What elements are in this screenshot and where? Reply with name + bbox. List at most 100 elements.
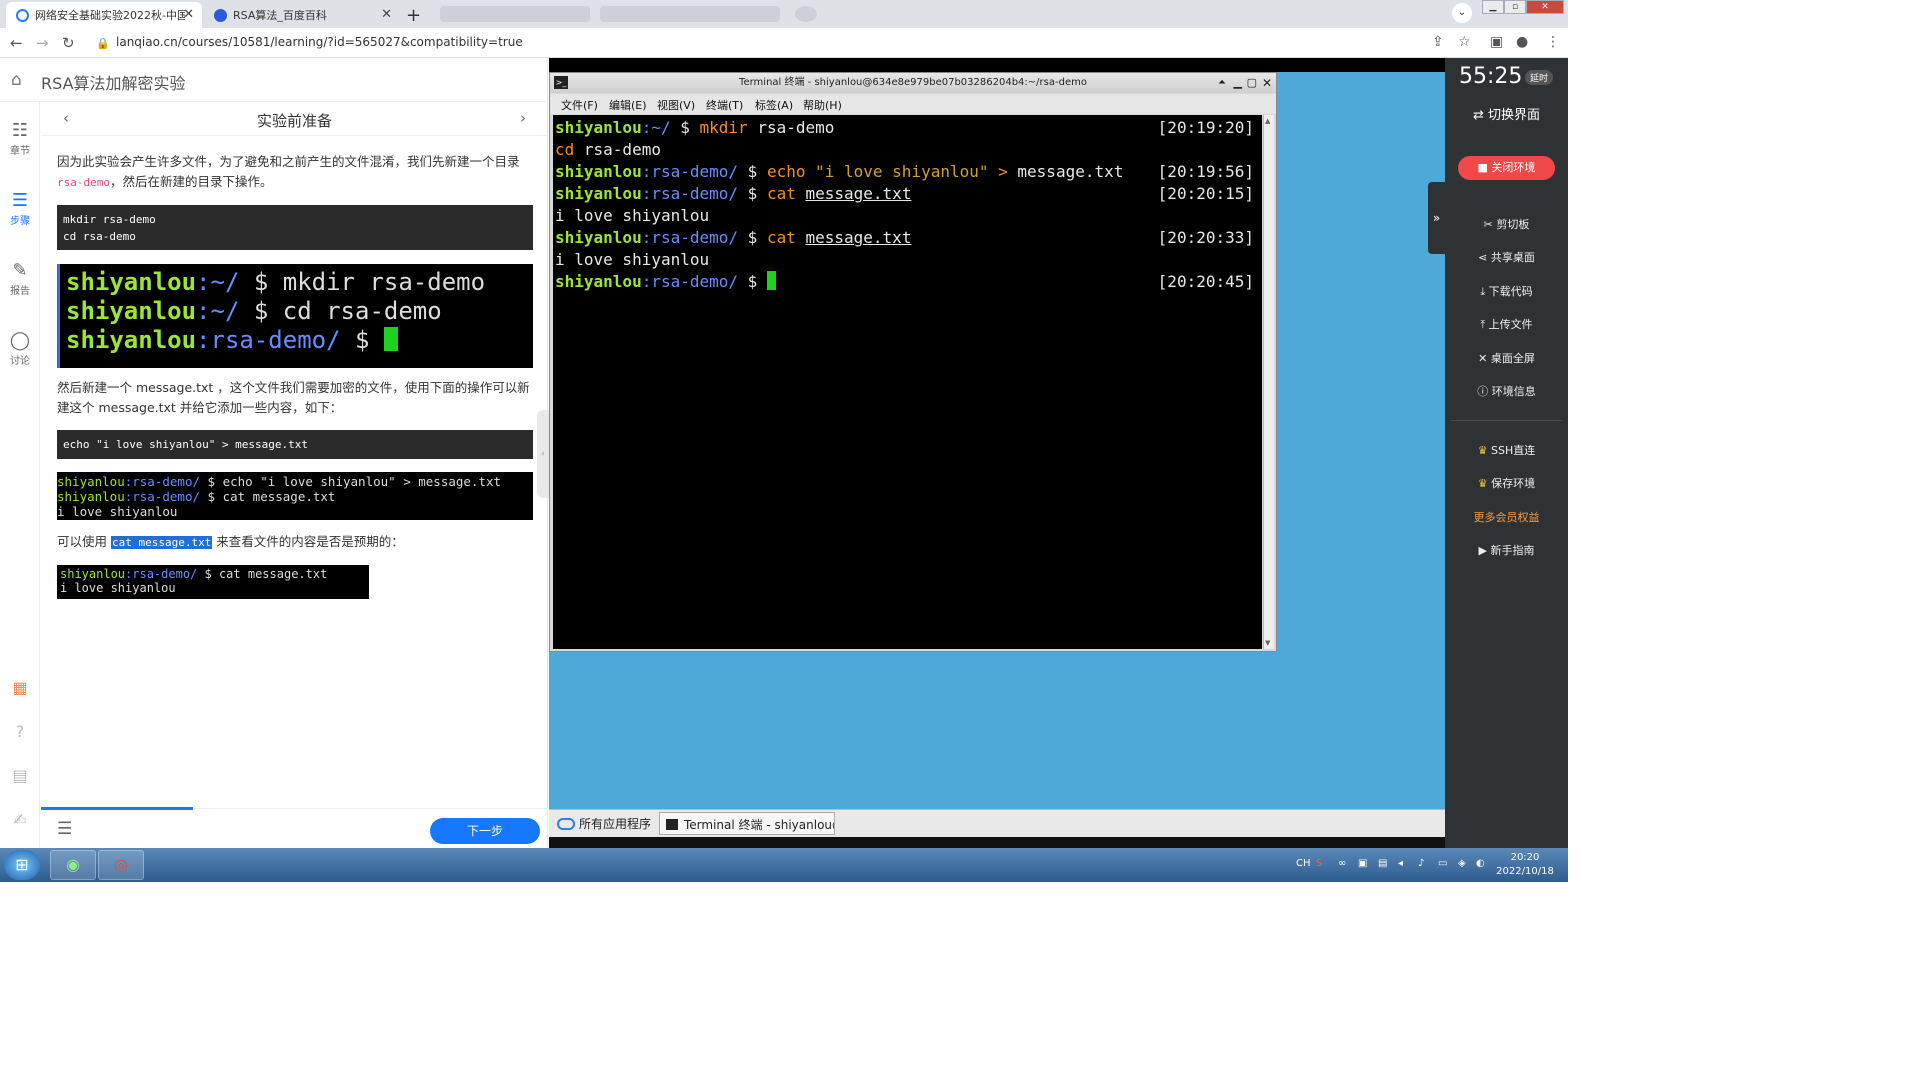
maximize-icon[interactable]: ▢ xyxy=(1247,73,1257,93)
guide-button[interactable]: ▶ 新手指南 xyxy=(1445,542,1568,558)
ssh-button[interactable]: ♛ SSH直连 xyxy=(1445,442,1568,458)
bookmark-star-icon[interactable]: ☆ xyxy=(1458,34,1471,50)
tray-icon[interactable]: ▤ xyxy=(1378,858,1387,869)
back-icon[interactable]: ← xyxy=(10,34,23,52)
menu-terminal[interactable]: 终端(T) xyxy=(706,97,743,113)
shade-icon[interactable]: ⏶ xyxy=(1218,73,1226,93)
panel-resize-handle[interactable]: ‹ xyxy=(537,410,549,498)
clock-date: 2022/10/18 xyxy=(1496,866,1554,877)
ie-app-icon[interactable]: ◉ xyxy=(50,850,96,880)
discuss-icon: ◯ xyxy=(9,330,31,351)
ime-indicator[interactable]: CH xyxy=(1296,858,1311,869)
blurred-tab-icon[interactable] xyxy=(795,6,817,22)
clipboard-button[interactable]: ✂ 剪切板 xyxy=(1445,216,1568,232)
save-env-button[interactable]: ♛ 保存环境 xyxy=(1445,475,1568,491)
env-info-button[interactable]: ⓘ 环境信息 xyxy=(1445,383,1568,399)
download-code-button[interactable]: ⤓ 下载代码 xyxy=(1445,283,1568,299)
close-tab-icon[interactable]: ✕ xyxy=(183,7,194,22)
scroll-up-icon[interactable]: ▲ xyxy=(1265,117,1270,125)
home-icon[interactable]: ⌂ xyxy=(11,70,22,90)
maximize-icon[interactable]: ▫ xyxy=(1504,0,1526,14)
paragraph: 然后新建一个 message.txt ，这个文件我们需要加密的文件，使用下面的操… xyxy=(57,380,530,415)
menu-view[interactable]: 视图(V) xyxy=(657,97,695,113)
menu-help[interactable]: 帮助(H) xyxy=(803,97,842,113)
course-title: RSA算法加解密实验 xyxy=(41,74,186,93)
switch-view-button[interactable]: ⇄ 切换界面 xyxy=(1445,104,1568,130)
extend-time-button[interactable]: 延时 xyxy=(1525,70,1554,85)
download-icon: ⤓ xyxy=(1480,285,1489,298)
start-button[interactable]: ⊞ xyxy=(4,850,40,880)
tray-icon[interactable]: ∞ xyxy=(1338,858,1346,869)
feedback-icon[interactable]: ✍ xyxy=(0,810,40,829)
network-icon[interactable]: ◂ xyxy=(1398,858,1403,869)
terminal-screen[interactable]: shiyanlou:~/ $ mkdir rsa-demo [20:19:20] … xyxy=(553,115,1262,649)
chrome-app-icon[interactable]: ◎ xyxy=(98,850,144,880)
close-environment-button[interactable]: ■ 关闭环境 xyxy=(1458,156,1555,180)
terminal-window[interactable]: >_ Terminal 终端 - shiyanlou@634e8e979be07… xyxy=(549,72,1277,652)
blurred-tab[interactable] xyxy=(440,6,590,22)
share-icon: ⋖ xyxy=(1478,251,1491,264)
next-step-button[interactable]: 下一步 xyxy=(430,818,540,844)
sogou-icon[interactable]: S xyxy=(1316,858,1322,869)
url-field[interactable]: lanqiao.cn/courses/10581/learning/?id=56… xyxy=(116,35,523,49)
terminal-titlebar[interactable]: >_ Terminal 终端 - shiyanlou@634e8e979be07… xyxy=(550,73,1276,93)
close-env-label: 关闭环境 xyxy=(1491,161,1536,174)
tab-search-icon[interactable]: ⌄ xyxy=(1452,3,1472,23)
close-icon[interactable]: ✕ xyxy=(1262,73,1272,93)
report-icon: ✎ xyxy=(12,260,28,281)
close-tab-icon[interactable]: ✕ xyxy=(381,7,392,22)
new-tab-button[interactable]: + xyxy=(402,2,426,28)
lock-icon[interactable]: 🔒 xyxy=(96,37,110,50)
system-clock[interactable]: 20:20 2022/10/18 xyxy=(1494,851,1556,879)
rail-discuss[interactable]: ◯ 讨论 xyxy=(0,330,40,367)
taskbar-terminal-item[interactable]: Terminal 终端 - shiyanlou@… xyxy=(659,812,835,835)
share-desktop-button[interactable]: ⋖ 共享桌面 xyxy=(1445,249,1568,265)
minimize-icon[interactable]: ▁ xyxy=(1482,0,1504,14)
browser-tab-course[interactable]: 网络安全基础实验2022秋-中国高 ✕ xyxy=(6,2,202,28)
collapse-panel-icon[interactable]: » xyxy=(1428,182,1445,254)
clock-time: 20:20 xyxy=(1510,852,1540,863)
rail-steps[interactable]: ☰ 步骤 xyxy=(0,190,40,227)
menu-tabs[interactable]: 标签(A) xyxy=(755,97,793,113)
item-label: 上传文件 xyxy=(1488,318,1533,331)
display-icon[interactable]: ▭ xyxy=(1438,858,1447,869)
gift-icon[interactable]: ▦ xyxy=(0,678,40,697)
environment-control-panel: 55:25 延时 ⇄ 切换界面 ■ 关闭环境 ✂ 剪切板 ⋖ 共享桌面 ⤓ 下载… xyxy=(1445,58,1568,848)
menu-edit[interactable]: 编辑(E) xyxy=(609,97,647,113)
all-apps-menu[interactable]: 所有应用程序 xyxy=(557,815,651,832)
more-vip-link[interactable]: 更多会员权益 xyxy=(1445,509,1568,525)
scroll-down-icon[interactable]: ▼ xyxy=(1265,639,1270,647)
close-window-icon[interactable]: ✕ xyxy=(1526,0,1564,14)
sidebar-icon[interactable]: ▣ xyxy=(1490,34,1503,50)
screenshot-line: shiyanlou:~/ $ mkdir rsa-demo xyxy=(66,268,486,296)
more-menu-icon[interactable]: ⋮ xyxy=(1546,34,1560,50)
tray-icon[interactable]: ▣ xyxy=(1358,858,1367,869)
document-search-icon[interactable]: ▤ xyxy=(0,766,40,785)
minimize-icon[interactable]: ▁ xyxy=(1234,73,1242,93)
next-step-icon[interactable]: › xyxy=(520,109,526,127)
upload-file-button[interactable]: ⤒ 上传文件 xyxy=(1445,316,1568,332)
selected-inline-code: cat message.txt xyxy=(110,536,213,549)
browser-tab-baike[interactable]: RSA算法_百度百科 ✕ xyxy=(204,2,400,28)
blurred-tab[interactable] xyxy=(600,6,780,22)
fullscreen-button[interactable]: ✕ 桌面全屏 xyxy=(1445,350,1568,366)
terminal-scrollbar[interactable]: ▲ ▼ xyxy=(1263,115,1274,649)
tray-icon[interactable]: ◐ xyxy=(1476,858,1485,869)
code-block[interactable]: echo "i love shiyanlou" > message.txt xyxy=(57,430,533,459)
menu-file[interactable]: 文件(F) xyxy=(561,97,598,113)
course-side-rail: ☷ 章节 ☰ 步骤 ✎ 报告 ◯ 讨论 ▦ ? ▤ ✍ xyxy=(0,102,40,848)
address-bar: ← → ↻ 🔒 lanqiao.cn/courses/10581/learnin… xyxy=(0,28,1568,58)
profile-avatar-icon[interactable]: ● xyxy=(1516,34,1528,50)
forward-icon[interactable]: → xyxy=(36,34,49,52)
reload-icon[interactable]: ↻ xyxy=(62,34,75,52)
catalog-list-icon[interactable]: ☰ xyxy=(57,819,72,839)
code-block[interactable]: mkdir rsa-demo cd rsa-demo xyxy=(57,205,533,250)
security-icon[interactable]: ◈ xyxy=(1458,858,1466,869)
terminal-screenshot: shiyanlou:rsa-demo/ $ cat message.txt i … xyxy=(57,565,369,599)
share-icon[interactable]: ⇪ xyxy=(1432,34,1444,50)
volume-icon[interactable]: ♪ xyxy=(1418,858,1424,869)
rail-report[interactable]: ✎ 报告 xyxy=(0,260,40,297)
rail-chapter[interactable]: ☷ 章节 xyxy=(0,120,40,157)
help-icon[interactable]: ? xyxy=(0,722,40,741)
desktop-taskbar: 所有应用程序 Terminal 终端 - shiyanlou@… xyxy=(549,809,1445,837)
